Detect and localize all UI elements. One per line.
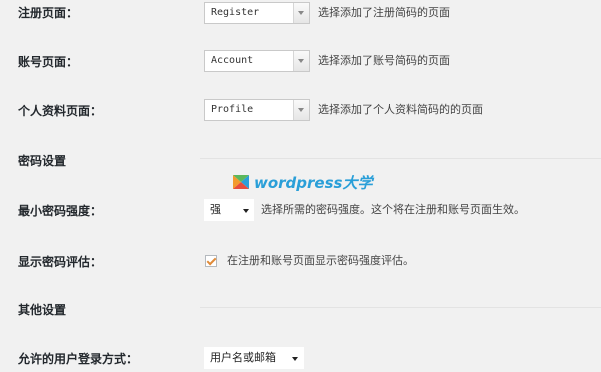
register-page-select-value: Register <box>211 7 260 18</box>
register-page-select[interactable]: Register <box>204 2 310 24</box>
show-password-meter-description: 在注册和账号页面显示密码强度评估。 <box>227 254 414 267</box>
login-method-label: 允许的用户登录方式： <box>18 352 139 366</box>
checkmark-icon <box>206 255 217 266</box>
chevron-down-icon[interactable] <box>293 51 309 71</box>
account-page-label: 账号页面： <box>18 55 79 69</box>
chevron-down-icon[interactable] <box>293 100 309 120</box>
min-password-strength-description: 选择所需的密码强度。这个将在注册和账号页面生效。 <box>261 203 525 216</box>
chevron-down-icon[interactable] <box>293 3 309 23</box>
section-divider <box>200 307 601 308</box>
min-password-strength-label: 最小密码强度： <box>18 204 103 218</box>
password-settings-heading: 密码设置 <box>18 154 67 168</box>
profile-page-select[interactable]: Profile <box>204 99 310 121</box>
login-method-value: 用户名或邮箱 <box>210 351 276 364</box>
min-password-strength-select[interactable]: 强 <box>204 199 254 221</box>
login-method-select[interactable]: 用户名或邮箱 <box>204 347 304 369</box>
account-page-select-value: Account <box>211 55 254 66</box>
watermark-text: wordpress大学 <box>254 173 373 192</box>
show-password-meter-checkbox[interactable] <box>205 255 217 267</box>
profile-page-description: 选择添加了个人资料简码的的页面 <box>318 103 483 116</box>
show-password-meter-label: 显示密码评估： <box>18 255 103 269</box>
account-page-description: 选择添加了账号简码的页面 <box>318 54 450 67</box>
register-page-description: 选择添加了注册简码的页面 <box>318 6 450 19</box>
register-page-label: 注册页面： <box>18 6 79 20</box>
chevron-down-icon[interactable] <box>243 209 249 213</box>
min-password-strength-value: 强 <box>210 203 221 216</box>
other-settings-heading: 其他设置 <box>18 303 67 317</box>
section-divider <box>200 158 601 159</box>
watermark: wordpress大学 <box>232 171 372 193</box>
profile-page-select-value: Profile <box>211 104 254 115</box>
profile-page-label: 个人资料页面： <box>18 104 103 118</box>
chevron-down-icon[interactable] <box>292 357 298 361</box>
account-page-select[interactable]: Account <box>204 50 310 72</box>
wordpress-daxue-logo-icon <box>233 175 249 189</box>
